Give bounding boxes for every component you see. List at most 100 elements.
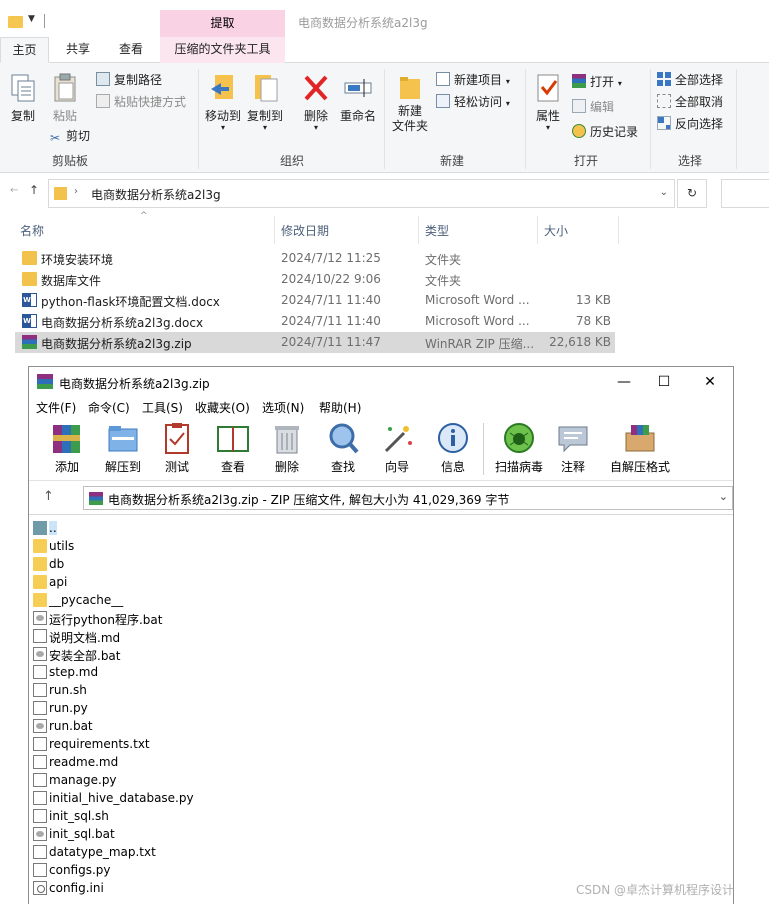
tool-info-button[interactable]: 信息 (425, 421, 481, 475)
easy-access-button[interactable]: 轻松访问 ▾ (436, 92, 510, 112)
menu-commands[interactable]: 命令(C) (88, 399, 130, 416)
tool-test-button[interactable]: 测试 (149, 421, 205, 475)
list-item[interactable]: manage.py (33, 771, 333, 789)
tool-delete-button[interactable]: 删除 (259, 421, 315, 475)
list-item[interactable]: requirements.txt (33, 735, 333, 753)
list-item[interactable]: datatype_map.txt (33, 843, 333, 861)
list-item[interactable]: run.sh (33, 681, 333, 699)
column-divider[interactable] (537, 216, 538, 244)
tab-compressed-tools[interactable]: 压缩的文件夹工具 (160, 37, 285, 63)
properties-button[interactable]: 属性 ▾ (530, 73, 566, 132)
list-item[interactable]: step.md (33, 663, 333, 681)
column-type-header[interactable]: 类型 (425, 222, 449, 239)
list-item[interactable]: init_sql.bat (33, 825, 333, 843)
list-item[interactable]: config.ini (33, 879, 333, 897)
file-name: 电商数据分析系统a2l3g.zip (41, 337, 192, 351)
tool-extract-button[interactable]: 解压到 (95, 421, 151, 475)
address-dropdown-icon[interactable]: ⌄ (660, 187, 668, 198)
history-button[interactable]: 历史记录 (572, 122, 638, 142)
winrar-title-bar[interactable]: 电商数据分析系统a2l3g.zip — ☐ ✕ (29, 367, 733, 397)
minimize-button[interactable]: — (609, 371, 639, 393)
close-button[interactable]: ✕ (695, 371, 725, 393)
copy-path-label: 复制路径 (114, 73, 163, 87)
copy-to-button[interactable]: 复制到 ▾ (246, 73, 284, 132)
file-icon (33, 737, 47, 751)
delete-button[interactable]: 删除 ▾ (298, 73, 334, 132)
list-item[interactable]: run.py (33, 699, 333, 717)
select-all-label: 全部选择 (675, 73, 724, 87)
archive-path-field[interactable]: 电商数据分析系统a2l3g.zip - ZIP 压缩文件, 解包大小为 41,0… (83, 486, 733, 510)
maximize-button[interactable]: ☐ (649, 371, 679, 393)
list-item[interactable]: 运行python程序.bat (33, 609, 333, 627)
list-item[interactable]: db (33, 555, 333, 573)
list-item[interactable]: readme.md (33, 753, 333, 771)
list-item[interactable]: __pycache__ (33, 591, 333, 609)
tool-wizard-button[interactable]: 向导 (369, 421, 425, 475)
address-bar[interactable]: › 电商数据分析系统a2l3g ⌄ (48, 179, 675, 208)
tool-sfx-button[interactable]: 自解压格式 (607, 421, 673, 475)
file-row[interactable]: 环境安装环境 2024/7/12 11:25 文件夹 (15, 248, 615, 269)
column-date-header[interactable]: 修改日期 (281, 222, 329, 239)
menu-tools[interactable]: 工具(S) (142, 399, 183, 416)
archive-file-list[interactable]: .. utils db api __pycache__ 运行python程序.bat 说明文… (29, 514, 733, 904)
cut-button[interactable]: ✂ 剪切 (48, 126, 90, 146)
list-item[interactable]: 说明文档.md (33, 627, 333, 645)
tab-share[interactable]: 共享 (54, 37, 102, 63)
up-arrow-icon[interactable]: ↑ (43, 489, 54, 504)
column-name-header[interactable]: 名称 (20, 222, 44, 239)
file-row[interactable]: 电商数据分析系统a2l3g.docx 2024/7/11 11:40 Micro… (15, 311, 615, 332)
select-all-button[interactable]: 全部选择 (657, 70, 723, 90)
column-divider[interactable] (274, 216, 275, 244)
column-size-header[interactable]: 大小 (544, 222, 568, 239)
menu-file[interactable]: 文件(F) (36, 399, 76, 416)
menu-help[interactable]: 帮助(H) (319, 399, 361, 416)
file-row-selected[interactable]: 电商数据分析系统a2l3g.zip 2024/7/11 11:47 WinRAR… (15, 332, 615, 353)
refresh-button[interactable]: ↻ (677, 179, 707, 208)
copy-button[interactable]: 复制 (6, 73, 40, 124)
file-row[interactable]: python-flask环境配置文档.docx 2024/7/11 11:40 … (15, 290, 615, 311)
tab-home[interactable]: 主页 (0, 37, 49, 63)
tool-virus-scan-label: 扫描病毒 (494, 460, 543, 474)
tool-virus-scan-button[interactable]: 扫描病毒 (489, 421, 549, 475)
rename-button[interactable]: 重命名 (338, 73, 378, 124)
select-none-button[interactable]: 全部取消 (657, 92, 723, 112)
invert-selection-button[interactable]: 反向选择 (657, 114, 723, 134)
list-item[interactable]: run.bat (33, 717, 333, 735)
paste-button[interactable]: 粘贴 (48, 73, 82, 124)
address-path: 电商数据分析系统a2l3g (91, 188, 221, 202)
column-divider[interactable] (618, 216, 619, 244)
list-item[interactable]: configs.py (33, 861, 333, 879)
tool-add-button[interactable]: 添加 (39, 421, 95, 475)
menu-favorites[interactable]: 收藏夹(O) (195, 399, 250, 416)
tool-find-button[interactable]: 查找 (315, 421, 371, 475)
extract-folder-icon (106, 421, 140, 455)
file-size: 13 KB (575, 293, 611, 307)
new-folder-button[interactable]: 新建 文件夹 (390, 73, 430, 134)
file-row[interactable]: 数据库文件 2024/10/22 9:06 文件夹 (15, 269, 615, 290)
column-divider[interactable] (418, 216, 419, 244)
list-item[interactable]: 安装全部.bat (33, 645, 333, 663)
back-arrow-icon[interactable]: ← (10, 185, 18, 196)
tab-view[interactable]: 查看 (106, 37, 156, 63)
list-item[interactable]: initial_hive_database.py (33, 789, 333, 807)
copy-path-button[interactable]: 复制路径 (96, 70, 162, 90)
quick-access-dropdown-icon[interactable]: ▼ (28, 14, 35, 24)
search-input[interactable] (721, 179, 769, 208)
open-button[interactable]: 打开 ▾ (572, 72, 622, 92)
edit-button[interactable]: 编辑 (572, 97, 614, 117)
list-item[interactable]: init_sql.sh (33, 807, 333, 825)
tool-view-button[interactable]: 查看 (205, 421, 261, 475)
new-item-button[interactable]: 新建项目 ▾ (436, 70, 510, 90)
move-to-button[interactable]: 移动到 ▾ (204, 73, 242, 132)
list-item[interactable]: utils (33, 537, 333, 555)
chevron-down-icon[interactable]: ⌄ (719, 490, 728, 503)
list-item[interactable]: api (33, 573, 333, 591)
list-item-name: datatype_map.txt (49, 845, 156, 859)
invert-selection-label: 反向选择 (675, 117, 724, 131)
tool-comment-button[interactable]: 注释 (545, 421, 601, 475)
paste-shortcut-button[interactable]: 粘贴快捷方式 (96, 92, 186, 112)
parent-folder-icon (33, 521, 47, 535)
up-arrow-icon[interactable]: ↑ (29, 183, 39, 197)
menu-options[interactable]: 选项(N) (262, 399, 304, 416)
list-item[interactable]: .. (33, 519, 333, 537)
